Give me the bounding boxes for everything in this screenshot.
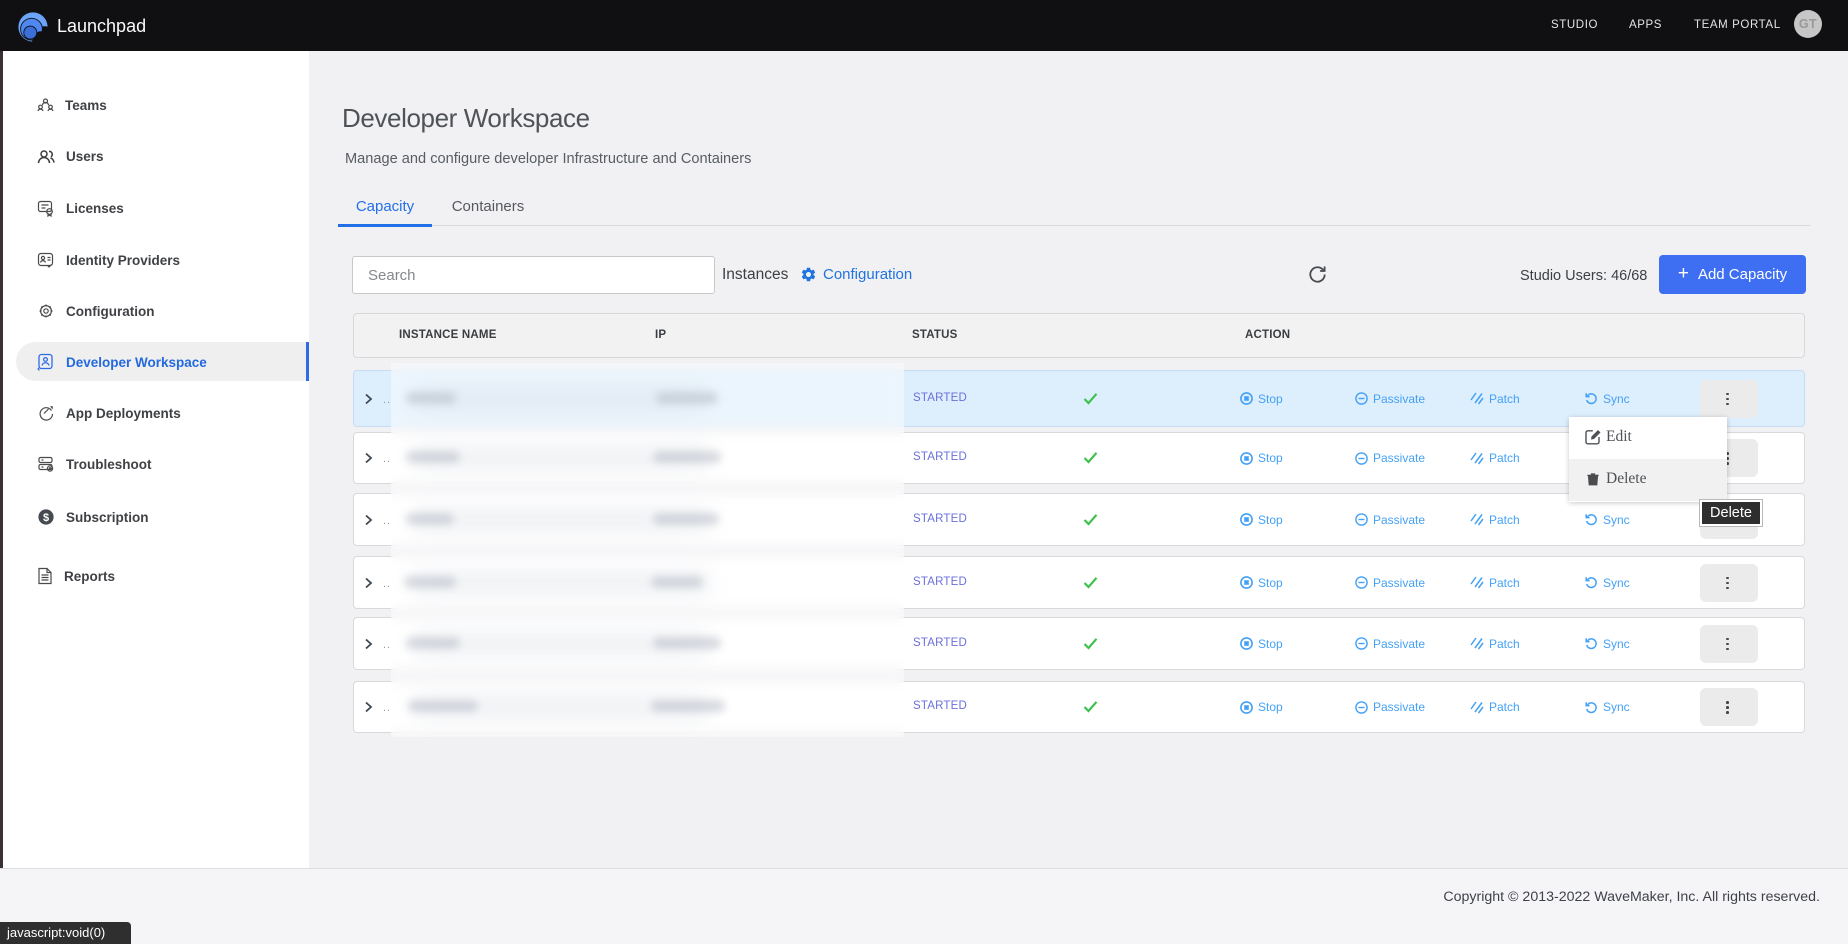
svg-text:$: $ xyxy=(43,512,49,524)
